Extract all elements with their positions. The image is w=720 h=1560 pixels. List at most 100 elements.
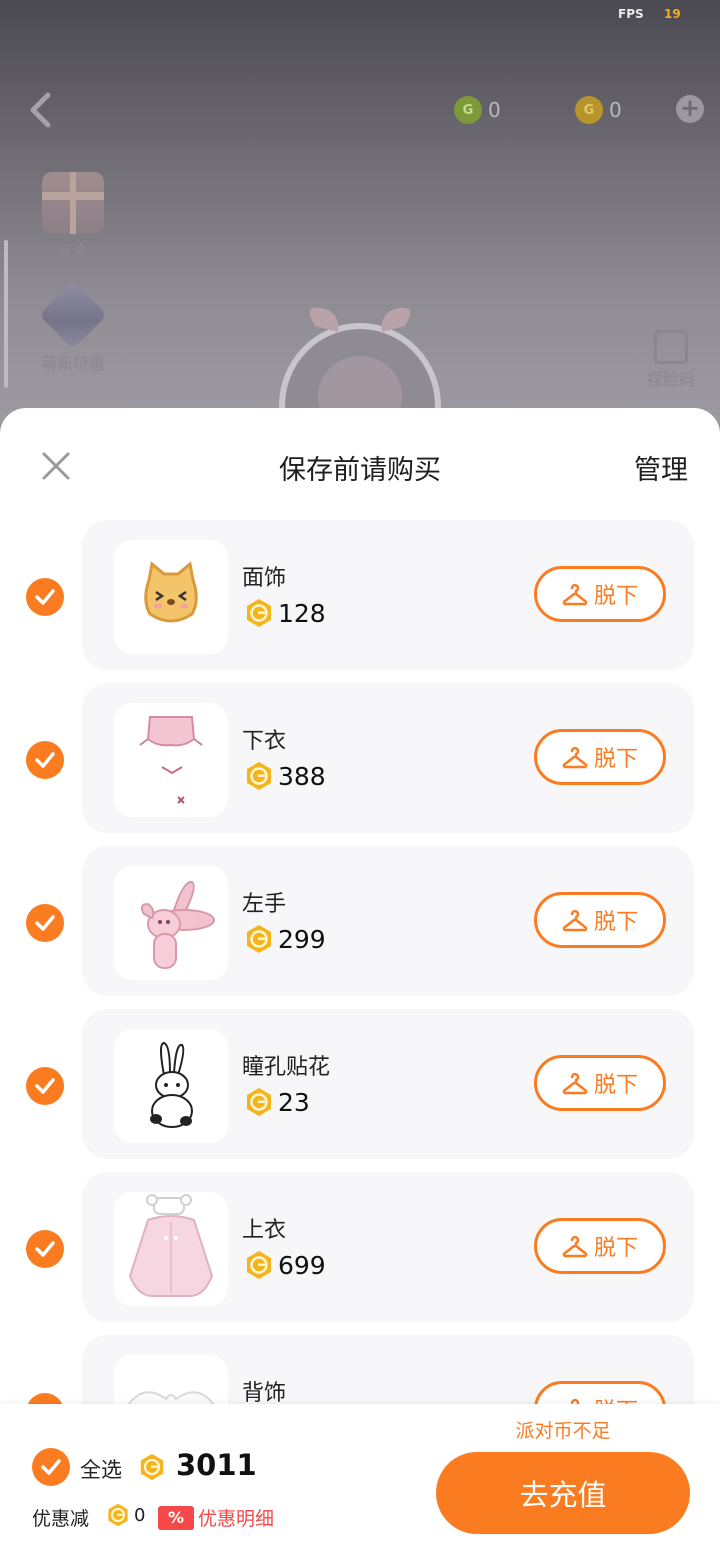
hanger-icon xyxy=(562,746,588,769)
side-item-blind-box[interactable]: 盲盒 xyxy=(32,172,114,262)
edit-face-icon xyxy=(654,330,688,364)
list-item: 瞳孔贴花 23 脱下 xyxy=(0,1009,720,1159)
take-off-label: 脱下 xyxy=(593,584,638,609)
item-card[interactable]: 面饰 128 脱下 xyxy=(82,520,694,670)
pink-shorts-icon xyxy=(114,703,228,817)
face-code-button[interactable]: 捏脸码 xyxy=(640,330,702,390)
item-card[interactable]: 背饰 脱下 xyxy=(82,1335,694,1408)
item-price: 388 xyxy=(244,761,326,791)
side-item-label: 盲盒 xyxy=(56,242,89,261)
hanger-icon xyxy=(562,909,588,932)
take-off-button[interactable]: 脱下 xyxy=(534,566,666,622)
item-price-value: 128 xyxy=(278,598,326,628)
coin-icon xyxy=(247,925,271,953)
check-icon xyxy=(35,915,55,931)
coin-icon xyxy=(247,599,271,627)
green-coin-icon: G xyxy=(454,96,482,124)
item-card[interactable]: 左手 299 脱下 xyxy=(82,846,694,996)
take-off-label: 脱下 xyxy=(593,1073,638,1098)
discount-detail-button[interactable]: % 优惠明细 xyxy=(158,1504,274,1531)
side-item-newbie-deal[interactable]: 萌新特惠 xyxy=(32,280,114,374)
gold-currency: G 0 xyxy=(575,94,685,126)
list-item: 上衣 699 脱下 xyxy=(0,1172,720,1322)
coin-icon xyxy=(108,1503,128,1527)
back-arrow-icon[interactable] xyxy=(26,92,56,128)
take-off-button[interactable]: 脱下 xyxy=(534,892,666,948)
item-checkbox[interactable] xyxy=(26,1230,64,1268)
purchase-sheet: 保存前请购买 管理 面饰 128 脱下 下衣 388 脱下 左手 299 脱下 … xyxy=(0,408,720,1560)
sheet-title: 保存前请购买 xyxy=(279,455,441,486)
list-item: 下衣 388 脱下 xyxy=(0,683,720,833)
coin-icon xyxy=(140,1453,164,1481)
checkout-footer: 全选 3011 优惠减 0 % 优惠明细 派对币不足 去充值 xyxy=(0,1404,720,1560)
item-card[interactable]: 瞳孔贴花 23 脱下 xyxy=(82,1009,694,1159)
item-price: 23 xyxy=(244,1087,310,1117)
wings-icon xyxy=(114,1355,228,1408)
item-price: 699 xyxy=(244,1250,326,1280)
take-off-button[interactable]: 脱下 xyxy=(534,1055,666,1111)
green-currency-value: 0 xyxy=(488,98,501,122)
discount-label: 优惠减 xyxy=(32,1508,90,1530)
side-item-label: 萌新特惠 xyxy=(40,354,105,373)
item-checkbox[interactable] xyxy=(26,904,64,942)
coin-icon xyxy=(247,1088,271,1116)
discount-value: 0 xyxy=(134,1505,146,1526)
item-card[interactable]: 上衣 699 脱下 xyxy=(82,1172,694,1322)
bunny-sticker-icon xyxy=(114,1029,228,1143)
gold-coin-icon: G xyxy=(575,96,603,124)
face-code-label: 捏脸码 xyxy=(646,370,695,389)
item-name: 背饰 xyxy=(242,1381,287,1406)
total-price: 3011 xyxy=(176,1448,257,1482)
green-currency: G 0 xyxy=(454,94,564,126)
recharge-button[interactable]: 去充值 xyxy=(436,1452,690,1534)
gift-box-icon xyxy=(42,172,104,234)
item-name: 面饰 xyxy=(242,566,287,591)
list-item: 背饰 脱下 xyxy=(0,1335,720,1408)
gold-currency-value: 0 xyxy=(609,98,622,122)
item-price-value: 299 xyxy=(278,924,326,954)
item-checkbox[interactable] xyxy=(26,1067,64,1105)
side-scrollbar[interactable] xyxy=(4,240,8,388)
take-off-button[interactable]: 脱下 xyxy=(534,1218,666,1274)
item-price: 128 xyxy=(244,598,326,628)
manage-button[interactable]: 管理 xyxy=(634,448,688,487)
item-list[interactable]: 面饰 128 脱下 下衣 388 脱下 左手 299 脱下 瞳孔贴花 23 脱下… xyxy=(0,518,720,1408)
percent-badge-icon: % xyxy=(158,1505,194,1530)
item-price: 299 xyxy=(244,924,326,954)
hanger-icon xyxy=(562,1235,588,1258)
bunny-plush-icon xyxy=(114,866,228,980)
cat-mask-icon xyxy=(114,540,228,654)
check-icon xyxy=(35,1078,55,1094)
take-off-label: 脱下 xyxy=(593,910,638,935)
hanger-icon xyxy=(562,583,588,606)
check-icon xyxy=(35,752,55,768)
item-name: 下衣 xyxy=(242,729,287,754)
take-off-label: 脱下 xyxy=(593,1236,638,1261)
check-icon xyxy=(41,1459,61,1475)
select-all-label[interactable]: 全选 xyxy=(80,1454,122,1484)
item-checkbox[interactable] xyxy=(26,741,64,779)
pink-coat-icon xyxy=(114,1192,228,1306)
newbie-deal-icon xyxy=(38,280,108,350)
select-all-checkbox[interactable] xyxy=(32,1448,70,1486)
item-name: 瞳孔贴花 xyxy=(242,1055,331,1080)
item-price-value: 388 xyxy=(278,761,326,791)
item-price-value: 23 xyxy=(278,1087,310,1117)
sheet-header: 保存前请购买 管理 xyxy=(0,408,720,518)
item-name: 上衣 xyxy=(242,1218,287,1243)
item-name: 左手 xyxy=(242,892,287,917)
coin-icon xyxy=(247,762,271,790)
take-off-label: 脱下 xyxy=(593,747,638,772)
add-currency-button[interactable]: + xyxy=(676,95,704,123)
insufficient-funds-notice: 派对币不足 xyxy=(515,1420,611,1442)
coin-icon xyxy=(247,1251,271,1279)
take-off-button[interactable]: 脱下 xyxy=(534,729,666,785)
item-checkbox[interactable] xyxy=(26,578,64,616)
fps-label: FPS xyxy=(618,7,644,21)
item-card[interactable]: 下衣 388 脱下 xyxy=(82,683,694,833)
list-item: 面饰 128 脱下 xyxy=(0,520,720,670)
fps-value: 19 xyxy=(664,7,681,21)
check-icon xyxy=(35,589,55,605)
check-icon xyxy=(35,1241,55,1257)
item-price-value: 699 xyxy=(278,1250,326,1280)
